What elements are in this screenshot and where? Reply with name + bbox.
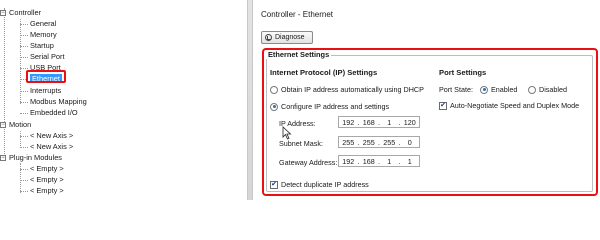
octet[interactable]: 1 [401, 157, 420, 166]
octet[interactable]: 192 [339, 157, 358, 166]
settings-panel: Controller - Ethernet Diagnose Ethernet … [253, 0, 600, 200]
port-disabled-radio[interactable]: Disabled [528, 85, 567, 94]
radio-button[interactable] [480, 85, 488, 94]
tree-item-motion[interactable]: − Motion [0, 120, 32, 130]
tree-item-label: General [30, 19, 57, 28]
subnet-mask-field[interactable]: 255. 255. 255. 0 [338, 136, 420, 148]
port-enabled-radio[interactable]: Enabled [480, 85, 517, 94]
auto-negotiate-checkbox[interactable]: ✔ Auto-Negotiate Speed and Duplex Mode [439, 101, 579, 110]
tree-item-memory[interactable]: Memory [20, 30, 57, 40]
tree-item-label: < New Axis > [30, 131, 74, 140]
page-title: Controller - Ethernet [261, 10, 334, 19]
tree-item-label: Motion [9, 120, 32, 129]
highlight-box [26, 70, 66, 83]
tree-item-label: < New Axis > [30, 142, 74, 151]
checkbox[interactable]: ✔ [270, 180, 278, 189]
collapse-icon[interactable]: − [0, 155, 6, 161]
diagnose-label: Diagnose [275, 34, 305, 41]
tree-item-serial-port[interactable]: Serial Port [20, 52, 65, 62]
tree-item-label: Startup [30, 41, 54, 50]
radio-button[interactable] [270, 102, 278, 111]
radio-label: Enabled [491, 85, 518, 94]
octet[interactable]: 192 [339, 118, 358, 127]
mouse-cursor-icon [282, 126, 292, 140]
tree-item-label: Controller [9, 8, 42, 17]
radio-label: Configure IP address and settings [281, 102, 390, 111]
ip-section-title: Internet Protocol (IP) Settings [270, 68, 378, 77]
tree-item-label: < Empty > [30, 186, 64, 195]
tree-item-label: < Empty > [30, 164, 64, 173]
tree-item-empty-slot[interactable]: < Empty > [20, 186, 64, 196]
tree-item-modbus-mapping[interactable]: Modbus Mapping [20, 97, 87, 107]
gateway-address-field[interactable]: 192. 168. 1. 1 [338, 155, 420, 167]
octet[interactable]: 255 [380, 138, 399, 147]
ip-address-field[interactable]: 192. 168. 1. 120 [338, 116, 420, 128]
octet[interactable]: 168 [360, 118, 379, 127]
tree-item-label: Interrupts [30, 86, 62, 95]
tree-item-label: Embedded I/O [30, 108, 78, 117]
tree-item-empty-slot[interactable]: < Empty > [20, 175, 64, 185]
octet[interactable]: 1 [380, 157, 399, 166]
gateway-address-label: Gateway Address: [279, 158, 338, 167]
detect-duplicate-checkbox[interactable]: ✔ Detect duplicate IP address [270, 180, 369, 189]
port-section-title: Port Settings [439, 68, 487, 77]
tree-item-startup[interactable]: Startup [20, 41, 54, 51]
tree-item-label: Plug-in Modules [9, 153, 62, 162]
tree-item-general[interactable]: General [20, 19, 57, 29]
tree-item-empty-slot[interactable]: < Empty > [20, 164, 64, 174]
checkbox-label: Detect duplicate IP address [281, 180, 369, 189]
tree-item-label: Serial Port [30, 52, 65, 61]
octet[interactable]: 255 [339, 138, 358, 147]
radio-button[interactable] [528, 85, 536, 94]
port-state-label: Port State: [439, 85, 473, 94]
octet[interactable]: 1 [380, 118, 399, 127]
diagnose-icon [265, 34, 272, 41]
dhcp-radio[interactable]: Obtain IP address automatically using DH… [270, 85, 424, 94]
collapse-icon[interactable]: − [0, 122, 6, 128]
tree-guide-line [4, 8, 5, 158]
octet[interactable]: 168 [360, 157, 379, 166]
octet[interactable]: 255 [360, 138, 379, 147]
tree-item-plugin-modules[interactable]: − Plug-in Modules [0, 153, 62, 163]
tree-item-label: Modbus Mapping [30, 97, 87, 106]
octet[interactable]: 0 [401, 138, 420, 147]
checkbox-label: Auto-Negotiate Speed and Duplex Mode [450, 101, 580, 110]
manual-ip-radio[interactable]: Configure IP address and settings [270, 102, 389, 111]
navigation-tree: − Controller General Memory Startup Seri… [0, 0, 247, 200]
radio-label: Disabled [539, 85, 567, 94]
tree-item-controller[interactable]: − Controller [0, 8, 42, 18]
tree-item-interrupts[interactable]: Interrupts [20, 86, 62, 96]
collapse-icon[interactable]: − [0, 10, 6, 16]
tree-item-label: < Empty > [30, 175, 64, 184]
tree-item-new-axis[interactable]: < New Axis > [20, 142, 74, 152]
radio-button[interactable] [270, 85, 278, 94]
diagnose-button[interactable]: Diagnose [261, 31, 313, 44]
subnet-mask-label: Subnet Mask: [279, 139, 323, 148]
octet[interactable]: 120 [401, 118, 420, 127]
tree-item-new-axis[interactable]: < New Axis > [20, 131, 74, 141]
checkbox[interactable]: ✔ [439, 101, 447, 110]
tree-guide-line [20, 131, 21, 148]
tree-item-embedded-io[interactable]: Embedded I/O [20, 108, 78, 118]
tree-item-label: Memory [30, 30, 57, 39]
radio-label: Obtain IP address automatically using DH… [281, 85, 424, 94]
tree-guide-line [20, 163, 21, 193]
